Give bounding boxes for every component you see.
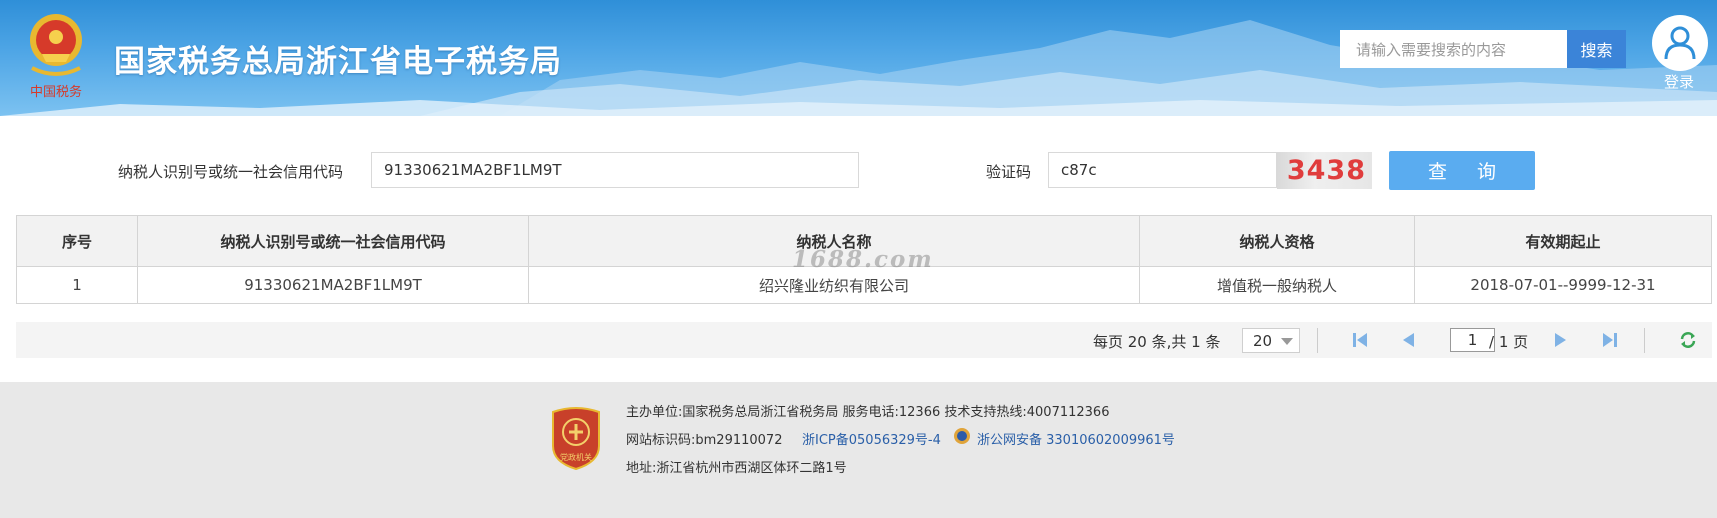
captcha-image[interactable]: 3438 [1277, 152, 1372, 189]
captcha-label: 验证码 [986, 163, 1032, 181]
icp-link[interactable]: 浙ICP备05056329号-4 [802, 429, 941, 448]
police-record-link[interactable]: 浙公网安备 33010602009961号 [977, 429, 1175, 448]
login-avatar[interactable] [1652, 15, 1708, 71]
badge-caption: 党政机关 [560, 452, 592, 462]
first-page-icon[interactable] [1350, 330, 1370, 350]
search-input[interactable]: 请输入需要搜索的内容 [1340, 30, 1567, 68]
party-badge-icon[interactable]: 党政机关 [549, 406, 603, 470]
footer-organizer-line: 主办单位:国家税务总局浙江省税务局 服务电话:12366 技术支持热线:4007… [626, 405, 1110, 420]
refresh-icon[interactable] [1678, 330, 1698, 350]
divider [1317, 328, 1318, 353]
pagination-summary: 每页 20 条,共 1 条 [1093, 333, 1221, 351]
table-cell: 91330621MA2BF1LM9T [137, 266, 529, 304]
column-header: 序号 [16, 215, 138, 267]
footer-address: 地址:浙江省杭州市西湖区体环二路1号 [626, 461, 847, 476]
column-header: 纳税人资格 [1139, 215, 1415, 267]
chevron-down-icon [1281, 338, 1293, 345]
site-title: 国家税务总局浙江省电子税务局 [114, 44, 562, 80]
page-size-value: 20 [1253, 331, 1273, 350]
captcha-input[interactable]: c87c [1048, 152, 1277, 188]
footer-site-id: 网站标识码:bm29110072 [626, 433, 783, 448]
login-link[interactable]: 登录 [1664, 71, 1694, 92]
watermark-text: 1688.com [792, 246, 934, 273]
table-cell: 1 [16, 266, 138, 304]
prev-page-icon[interactable] [1398, 330, 1418, 350]
next-page-icon[interactable] [1551, 330, 1571, 350]
taxpayer-id-label: 纳税人识别号或统一社会信用代码 [118, 163, 344, 181]
police-badge-icon [954, 428, 970, 444]
pagination-bar: 每页 20 条,共 1 条 20 1 / 1 页 [16, 322, 1712, 358]
table-cell: 增值税一般纳税人 [1139, 266, 1415, 304]
tax-emblem-icon: 中国税务 [30, 14, 82, 100]
table-cell: 2018-07-01--9999-12-31 [1414, 266, 1712, 304]
search-button[interactable]: 搜索 [1567, 30, 1626, 68]
column-header: 有效期起止 [1414, 215, 1712, 267]
query-button[interactable]: 查 询 [1389, 151, 1535, 190]
user-icon [1664, 26, 1696, 60]
emblem-caption: 中国税务 [30, 84, 82, 100]
total-pages: / 1 页 [1489, 333, 1529, 351]
column-header: 纳税人识别号或统一社会信用代码 [137, 215, 529, 267]
divider [1644, 328, 1645, 353]
last-page-icon[interactable] [1600, 330, 1620, 350]
taxpayer-id-input[interactable]: 91330621MA2BF1LM9T [371, 152, 859, 188]
page-size-select[interactable]: 20 [1242, 328, 1300, 353]
site-header: 中国税务 国家税务总局浙江省电子税务局 请输入需要搜索的内容 搜索 登录 [0, 0, 1717, 116]
